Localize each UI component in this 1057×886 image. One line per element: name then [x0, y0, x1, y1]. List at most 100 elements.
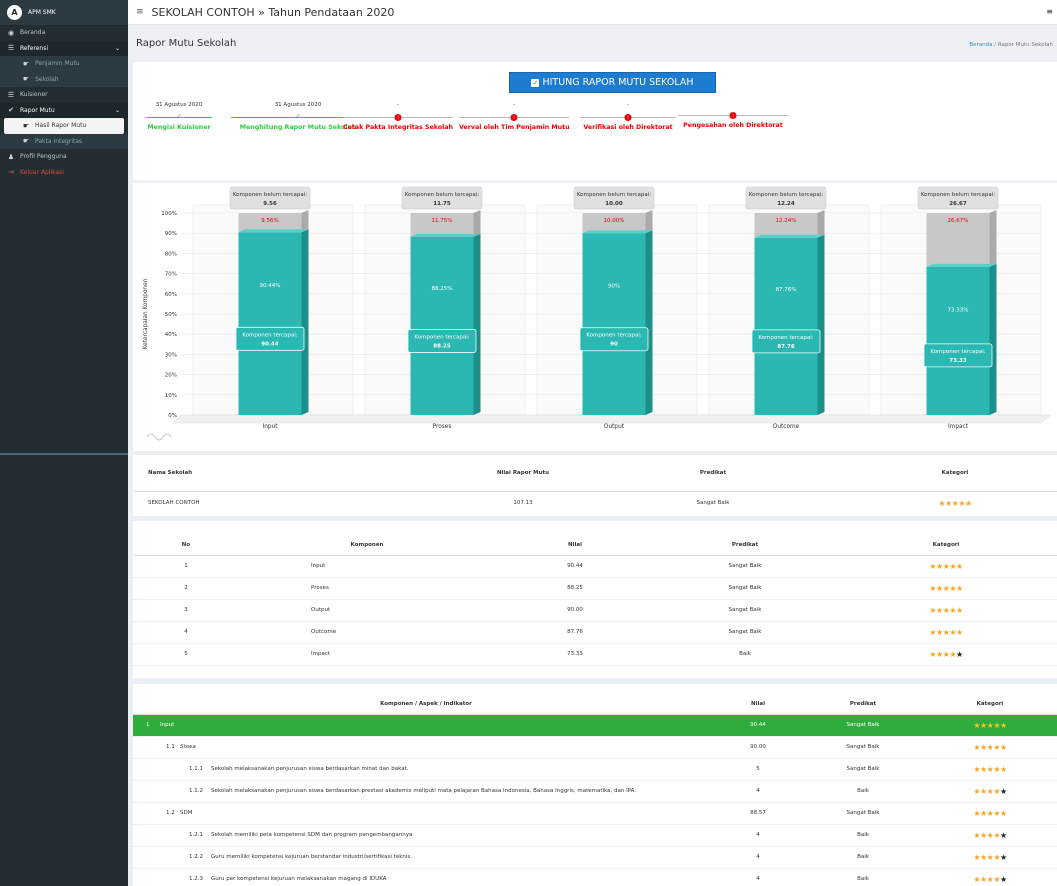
school-stars: ★★★★★ [853, 491, 1057, 515]
sidebar-item-label: Keluar Aplikasi [20, 168, 64, 176]
step-4: -! Verval oleh Tim Penjamin Mutu [459, 102, 570, 131]
row-stars: ★★★★★ [923, 758, 1057, 781]
bar-remaining-side [989, 210, 997, 267]
table-row: 1.2.1 Sekolah memiliki peta kompetensi SD… [133, 824, 1057, 847]
komponen-panel: No Komponen Nilai Predikat Kategori 1 Inp… [133, 521, 1057, 678]
row-text: SDM [180, 810, 193, 816]
step-track: ! [580, 112, 676, 122]
step-5: -! Verifikasi oleh Direktorat [580, 102, 676, 131]
bar-remaining-side [645, 210, 653, 234]
hitung-rapor-button[interactable]: ✓ HITUNG RAPOR MUTU SEKOLAH [509, 72, 716, 93]
detail-table: Komponen / Aspek / Indikator Nilai Predi… [133, 694, 1057, 886]
bar-achieved-label: 73.33% [948, 307, 969, 313]
alert-icon: ! [510, 113, 518, 121]
col-kategori: Kategori [835, 535, 1057, 556]
row-komponen: Output [239, 599, 495, 622]
achieved-tooltip-title: Komponen tercapai: [242, 332, 297, 338]
content-header: Rapor Mutu Sekolah Beranda / Rapor Mutu … [128, 25, 1057, 61]
star-rating: ★★★★★ [929, 583, 963, 593]
col-nilai: Nilai [713, 694, 803, 715]
star-rating: ★★★★★ [973, 874, 1007, 884]
row-nilai: 90.44 [713, 714, 803, 737]
sign-out-icon: ⇥ [8, 168, 14, 177]
bar-unmet-label: 11.75% [432, 218, 453, 224]
menu-toggle-icon[interactable]: ≡ [136, 7, 144, 17]
sidebar-item-referensi[interactable]: ☰ Referensi ⌄ [0, 40, 128, 56]
sidebar-item-beranda[interactable]: ◉ Beranda [0, 25, 128, 41]
star-rating: ★★★★★ [929, 649, 963, 659]
hand-point-icon: ☛ [22, 75, 30, 84]
step-label: Verval oleh Tim Penjamin Mutu [459, 124, 570, 131]
brand-name: APM SMK [28, 9, 56, 16]
check-icon: ✓ [175, 112, 183, 121]
achieved-tooltip-title: Komponen tercapai: [414, 334, 469, 340]
row-nilai: 4 [713, 868, 803, 886]
row-komponen: Outcome [239, 621, 495, 644]
row-predikat: Baik [803, 780, 923, 803]
row-predikat: Baik [655, 643, 835, 666]
bar-remaining-side [817, 210, 825, 238]
bar-achieved-side [817, 234, 825, 415]
achieved-tooltip-value: 73.33 [949, 358, 967, 364]
row-indikator: 1.2 SDM [133, 802, 713, 825]
sidebar-item-keluar-aplikasi[interactable]: ⇥ Keluar Aplikasi [0, 165, 128, 181]
komponen-table: No Komponen Nilai Predikat Kategori 1 Inp… [133, 535, 1057, 666]
step-track: ✓ [146, 112, 212, 122]
star-rating: ★★★★★ [973, 786, 1007, 796]
achieved-tooltip-value: 90.44 [261, 341, 279, 347]
alert-icon: ! [394, 113, 402, 121]
sidebar-item-kuisioner[interactable]: ☰ Kuisioner [0, 87, 128, 103]
sidebar-item-hasil-rapor-mutu[interactable]: ☛ Hasil Rapor Mutu [4, 118, 124, 134]
star-rating: ★★★★★ [973, 764, 1007, 774]
unmet-tooltip-title: Komponen belum tercapai: [233, 192, 307, 198]
sidebar-item-profil-pengguna[interactable]: ♟ Profil Pengguna [0, 149, 128, 165]
unmet-tooltip-value: 9.56 [263, 201, 277, 207]
sidebar-item-label: Profil Pengguna [20, 153, 67, 161]
bar-remaining-side [301, 210, 309, 233]
row-code: 1.2.2 [189, 854, 203, 860]
chart-floor [172, 414, 1052, 424]
col-predikat: Predikat [573, 455, 853, 492]
table-row: 2 Proses 88.25 Sangat Baik ★★★★★ [133, 577, 1057, 600]
row-predikat: Sangat Baik [803, 802, 923, 825]
row-stars: ★★★★★ [835, 577, 1057, 600]
brand[interactable]: A APM SMK [0, 0, 128, 25]
sidebar-item-label: Sekolah [35, 75, 59, 83]
row-nilai: 87.76 [495, 621, 655, 644]
check-icon: ✓ [294, 112, 302, 121]
unmet-tooltip-title: Komponen belum tercapai: [405, 192, 479, 198]
star-rating: ★★★★★ [973, 742, 1007, 752]
row-stars: ★★★★★ [923, 846, 1057, 869]
sidebar-item-penjamin-mutu[interactable]: ☛ Penjamin Mutu [0, 56, 128, 72]
row-stars: ★★★★★ [923, 780, 1057, 803]
top-header: ≡ SEKOLAH CONTOH » Tahun Pendataan 2020 … [128, 0, 1057, 25]
y-tick-label: 90% [165, 231, 177, 237]
achieved-tooltip-value: 87.76 [777, 344, 795, 350]
breadcrumb-home-link[interactable]: Beranda [969, 42, 992, 48]
sidebar-item-rapor-mutu[interactable]: ✔ Rapor Mutu ⌄ [0, 102, 128, 118]
bar-achieved [926, 266, 990, 415]
x-tick-label: Proses [433, 424, 452, 430]
check-square-icon: ✓ [531, 78, 540, 87]
x-tick-label: Outcome [773, 424, 800, 430]
breadcrumb: Beranda / Rapor Mutu Sekolah [969, 42, 1053, 48]
sidebar-item-sekolah[interactable]: ☛ Sekolah [0, 71, 128, 87]
sidebar-item-pakta-integritas[interactable]: ☛ Pakta Integritas [0, 133, 128, 149]
y-axis-label: Ketercapaian Komponen [143, 278, 149, 349]
row-indikator: 1.2.1 Sekolah memiliki peta kompetensi SD… [133, 824, 713, 847]
breadcrumb-current: Rapor Mutu Sekolah [997, 42, 1053, 48]
sidebar-item-label: Kuisioner [20, 91, 48, 99]
row-indikator: 1 Input [133, 714, 713, 737]
row-indikator: 1.1 Siswa [133, 736, 713, 759]
row-no: 5 [133, 643, 239, 666]
step-6: ! Pengesahan oleh Direktorat [678, 100, 788, 129]
star-rating: ★★★★★ [973, 720, 1007, 730]
detail-panel: Komponen / Aspek / Indikator Nilai Predi… [133, 684, 1057, 886]
sidebar-item-label: Pakta Integritas [35, 137, 83, 145]
options-menu-icon[interactable]: ≡ [1046, 7, 1053, 16]
step-track: ! [343, 112, 453, 122]
row-predikat: Sangat Baik [803, 758, 923, 781]
bar-achieved-top [410, 233, 481, 237]
summary-panel: Nama Sekolah Nilai Rapor Mutu Predikat K… [133, 455, 1057, 516]
star-rating: ★★★★★ [929, 605, 963, 615]
